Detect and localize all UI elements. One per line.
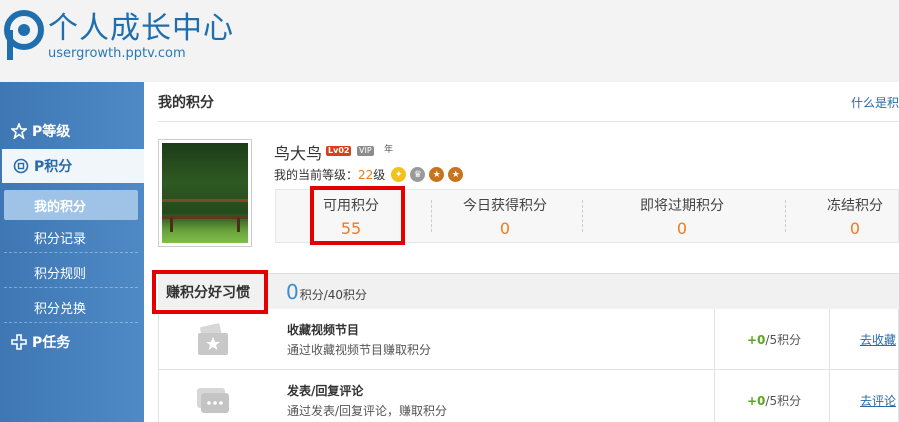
habits-earned: 0: [286, 280, 299, 304]
sun-medal-icon: ✦: [391, 167, 407, 182]
habit-title: 发表/回复评论: [287, 384, 364, 398]
habits-header: 赚积分好习惯 0 积分/40积分: [158, 273, 899, 309]
points-value: 0: [499, 219, 511, 238]
sidebar-item-points-record[interactable]: 积分记录: [4, 223, 138, 253]
sidebar-group-points[interactable]: P积分: [2, 149, 144, 183]
sidebar-group-label: P积分: [34, 159, 73, 175]
go-favorite-link[interactable]: 去收藏: [860, 331, 896, 348]
habits-progress: 0 积分/40积分: [286, 274, 367, 310]
main-content: 我的积分 什么是积 鸟大鸟 Lv02 VIP 年 我的当前等级： 22 级 ✦ …: [144, 82, 899, 422]
sidebar-item-points-rules[interactable]: 积分规则: [4, 258, 138, 288]
points-square-icon: [12, 157, 30, 175]
today-points: 今日获得积分 0: [430, 190, 580, 242]
pptv-logo-icon[interactable]: [4, 10, 44, 62]
sidebar-item-my-points[interactable]: 我的积分: [4, 190, 138, 220]
sidebar-group-label: P任务: [32, 335, 71, 351]
vip-badge: VIP: [357, 146, 374, 156]
star-outline-icon: [10, 122, 28, 140]
habits-title-highlight: [152, 270, 268, 314]
bench-shape: [162, 199, 248, 232]
habit-earned: +0: [747, 333, 766, 347]
site-url: usergrowth.pptv.com: [48, 46, 186, 61]
frozen-points: 冻结积分 0: [780, 190, 899, 242]
header: 个人成长中心 usergrowth.pptv.com: [0, 0, 899, 82]
habit-points: +0/5积分: [747, 392, 801, 409]
habit-desc: 通过收藏视频节目赚取积分: [287, 343, 432, 357]
year-badge: 年: [384, 145, 394, 155]
avatar-image: [162, 143, 248, 243]
habit-points: +0/5积分: [747, 331, 801, 348]
row-divider: [829, 370, 830, 422]
sidebar-group-label: P等级: [32, 124, 71, 140]
sidebar-group-tasks[interactable]: P任务: [0, 325, 144, 359]
points-label: 今日获得积分: [463, 198, 547, 214]
habit-limit: /5积分: [765, 394, 802, 408]
points-label: 即将过期积分: [640, 198, 724, 214]
page-title: 我的积分: [158, 95, 214, 111]
sidebar: P等级 P积分 我的积分 积分记录 积分规则 积分兑换 P任务: [0, 82, 144, 422]
habit-row-comment: 发表/回复评论 通过发表/回复评论，赚取积分 +0/5积分 去评论: [158, 370, 899, 422]
sidebar-item-points-exchange[interactable]: 积分兑换: [4, 293, 138, 323]
level-prefix: 我的当前等级：: [274, 168, 359, 182]
points-divider: [582, 200, 583, 232]
sidebar-group-level[interactable]: P等级: [0, 114, 144, 148]
habits-total: 积分/40积分: [299, 288, 368, 302]
expiring-points: 即将过期积分 0: [607, 190, 757, 242]
points-value: 0: [676, 219, 688, 238]
level-suffix: 级: [373, 168, 386, 182]
available-points-highlight: [310, 186, 405, 245]
title-divider: [158, 121, 899, 122]
what-is-points-link[interactable]: 什么是积: [851, 94, 899, 111]
habit-row-favorite: 收藏视频节目 通过收藏视频节目赚取积分 +0/5积分 去收藏: [158, 309, 899, 370]
habit-limit: /5积分: [765, 333, 802, 347]
points-value: 0: [849, 219, 861, 238]
points-label: 冻结积分: [827, 198, 883, 214]
avatar[interactable]: [158, 139, 252, 247]
row-divider: [829, 309, 830, 370]
level-number: 22: [358, 167, 374, 182]
star-medal-icon: ★: [429, 167, 445, 182]
star-medal-icon: ★: [448, 167, 464, 182]
row-divider: [714, 370, 715, 422]
plus-cross-icon: [10, 333, 28, 351]
comment-bubble-icon: [197, 388, 229, 413]
username: 鸟大鸟: [274, 144, 323, 163]
level-badge: Lv02: [326, 146, 352, 156]
favorite-folder-icon: [198, 323, 228, 355]
crown-medal-icon: ♛: [410, 167, 426, 182]
habit-desc: 通过发表/回复评论，赚取积分: [287, 404, 448, 418]
current-level: 我的当前等级： 22 级 ✦ ♛ ★ ★: [274, 166, 464, 183]
row-divider: [714, 309, 715, 370]
go-comment-link[interactable]: 去评论: [860, 392, 896, 409]
habit-earned: +0: [747, 394, 766, 408]
site-title: 个人成长中心: [48, 11, 234, 46]
habit-title: 收藏视频节目: [287, 323, 360, 337]
